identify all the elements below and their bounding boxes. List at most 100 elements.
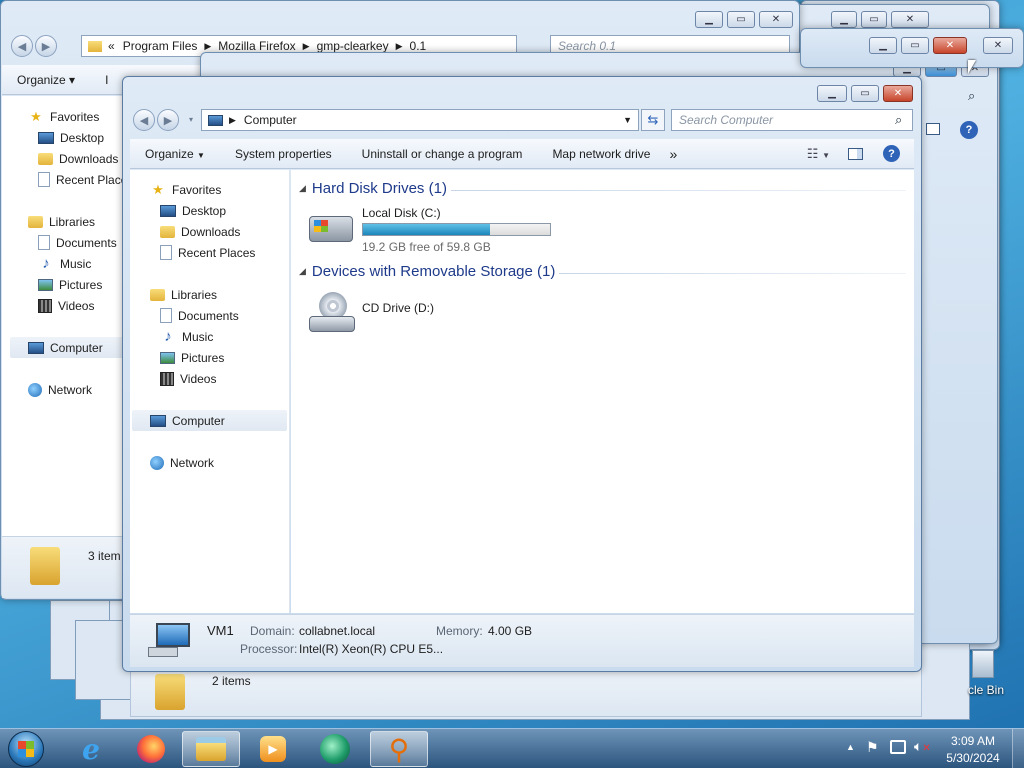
- include-menu[interactable]: I: [90, 73, 123, 87]
- action-center-flag-icon[interactable]: ⚑: [866, 739, 879, 756]
- nav-pictures[interactable]: Pictures: [38, 274, 102, 295]
- breadcrumb-gmp-clearkey[interactable]: gmp-clearkey: [317, 39, 389, 53]
- magnifier-icon: ⚲: [388, 733, 410, 765]
- address-text[interactable]: Computer: [244, 113, 297, 127]
- forward-button[interactable]: ▶: [35, 35, 57, 57]
- nav-music[interactable]: ♪ Music: [38, 253, 91, 274]
- organize-menu[interactable]: Organize ▾: [2, 73, 90, 87]
- minimize-button[interactable]: ▁: [869, 37, 897, 54]
- chevron-down-icon[interactable]: ▼: [623, 115, 632, 125]
- nav-recent-places[interactable]: Recent Places: [160, 242, 255, 263]
- clock-date[interactable]: 5/30/2024: [944, 751, 1002, 765]
- show-desktop-button[interactable]: [1012, 729, 1024, 768]
- close-button[interactable]: ✕: [891, 11, 929, 28]
- drive-item-cd-drive[interactable]: CD Drive (D:): [305, 288, 505, 336]
- nav-libraries[interactable]: Libraries: [28, 211, 95, 232]
- firefox-icon: [137, 735, 165, 763]
- drive-name: CD Drive (D:): [362, 301, 434, 315]
- refresh-button[interactable]: ⇆: [641, 109, 665, 131]
- nav-videos[interactable]: Videos: [160, 368, 216, 389]
- back-button[interactable]: ◀: [11, 35, 33, 57]
- group-header-removable[interactable]: ◢ Devices with Removable Storage (1): [299, 263, 555, 280]
- drive-free-space: 19.2 GB free of 59.8 GB: [362, 240, 491, 254]
- taskbar-media-player[interactable]: ▶: [244, 731, 302, 767]
- map-network-drive-button[interactable]: Map network drive: [537, 147, 665, 161]
- search-icon[interactable]: ⌕: [895, 112, 902, 128]
- folder-icon: [88, 40, 102, 52]
- close-button[interactable]: ✕: [883, 85, 913, 102]
- nav-desktop[interactable]: Desktop: [160, 200, 226, 221]
- recycle-bin-icon[interactable]: [972, 650, 994, 678]
- maximize-button[interactable]: ▭: [851, 85, 879, 102]
- maximize-button[interactable]: ▭: [727, 11, 755, 28]
- computer-icon: [148, 623, 192, 659]
- clock-time[interactable]: 3:09 AM: [950, 734, 996, 748]
- network-tray-icon[interactable]: [890, 740, 906, 754]
- nav-downloads[interactable]: Downloads: [38, 148, 118, 169]
- start-button[interactable]: [8, 731, 44, 767]
- search-input[interactable]: Search Computer: [671, 109, 913, 131]
- breadcrumb-mozilla-firefox[interactable]: Mozilla Firefox: [218, 39, 295, 53]
- documents-icon: [38, 235, 50, 250]
- search-icon[interactable]: ⌕: [968, 88, 975, 104]
- tray-overflow-button[interactable]: ▲: [846, 742, 855, 752]
- taskbar-search-app[interactable]: ⚲: [370, 731, 428, 767]
- preview-pane-icon[interactable]: [848, 147, 863, 160]
- nav-videos[interactable]: Videos: [38, 295, 94, 316]
- videos-icon: [38, 298, 52, 313]
- back-button[interactable]: ◀: [133, 109, 155, 131]
- maximize-button[interactable]: ▭: [861, 11, 887, 28]
- nav-favorites[interactable]: ★ Favorites: [150, 179, 221, 200]
- nav-pictures[interactable]: Pictures: [160, 347, 224, 368]
- nav-recent-places[interactable]: Recent Places: [38, 169, 133, 190]
- nav-network[interactable]: Network: [150, 452, 214, 473]
- nav-favorites[interactable]: ★ Favorites: [28, 106, 99, 127]
- taskbar-firefox[interactable]: [122, 731, 180, 767]
- taskbar-windows-explorer[interactable]: [182, 731, 240, 767]
- uninstall-program-button[interactable]: Uninstall or change a program: [347, 147, 538, 161]
- forward-button[interactable]: ▶: [157, 109, 179, 131]
- breadcrumb-version[interactable]: 0.1: [410, 39, 427, 53]
- recent-places-icon: [160, 245, 172, 260]
- nav-network[interactable]: Network: [28, 379, 92, 400]
- nav-downloads[interactable]: Downloads: [160, 221, 240, 242]
- close-button[interactable]: ✕: [759, 11, 793, 28]
- minimize-button[interactable]: ▁: [831, 11, 857, 28]
- nav-libraries[interactable]: Libraries: [150, 284, 217, 305]
- organize-menu[interactable]: Organize ▼: [130, 147, 220, 161]
- help-icon[interactable]: ?: [883, 145, 900, 162]
- media-player-icon: ▶: [260, 736, 286, 762]
- breadcrumb-program-files[interactable]: Program Files: [123, 39, 198, 53]
- processor-value: Intel(R) Xeon(R) CPU E5...: [299, 642, 444, 656]
- volume-muted-icon[interactable]: 🔈︎✕: [914, 738, 931, 755]
- address-bar[interactable]: ▶ Computer ▼: [201, 109, 639, 131]
- close-button-2[interactable]: ✕: [983, 37, 1013, 54]
- details-pane: 3 item: [2, 536, 132, 598]
- drive-item-local-disk[interactable]: Local Disk (C:) 19.2 GB free of 59.8 GB: [305, 206, 565, 254]
- minimize-button[interactable]: ▁: [695, 11, 723, 28]
- nav-music[interactable]: ♪ Music: [160, 326, 213, 347]
- close-button[interactable]: ✕: [933, 37, 967, 54]
- taskbar-internet-explorer[interactable]: e: [62, 731, 120, 767]
- minimize-button[interactable]: ▁: [817, 85, 847, 102]
- taskbar-app[interactable]: [306, 731, 364, 767]
- recent-pages-dropdown[interactable]: ▾: [189, 115, 193, 124]
- breadcrumb-overflow[interactable]: «: [108, 39, 115, 53]
- help-icon[interactable]: ?: [960, 121, 978, 139]
- recycle-bin-label[interactable]: cle Bin: [968, 683, 1004, 697]
- system-properties-button[interactable]: System properties: [220, 147, 347, 161]
- maximize-button[interactable]: ▭: [901, 37, 929, 54]
- nav-computer[interactable]: Computer: [10, 337, 128, 358]
- nav-computer[interactable]: Computer: [132, 410, 287, 431]
- network-icon: [150, 455, 164, 470]
- navigation-pane: ★ Favorites Desktop Downloads Recent Plac…: [2, 96, 133, 536]
- nav-documents[interactable]: Documents: [38, 232, 117, 253]
- nav-desktop[interactable]: Desktop: [38, 127, 104, 148]
- change-view-icon[interactable]: ☷ ▼: [807, 146, 830, 162]
- nav-documents[interactable]: Documents: [160, 305, 239, 326]
- internet-explorer-icon: e: [82, 732, 100, 766]
- more-commands-button[interactable]: »: [665, 146, 681, 162]
- group-header-hard-disks[interactable]: ◢ Hard Disk Drives (1): [299, 180, 447, 197]
- preview-pane-icon[interactable]: [926, 123, 940, 135]
- drive-name: Local Disk (C:): [362, 206, 441, 220]
